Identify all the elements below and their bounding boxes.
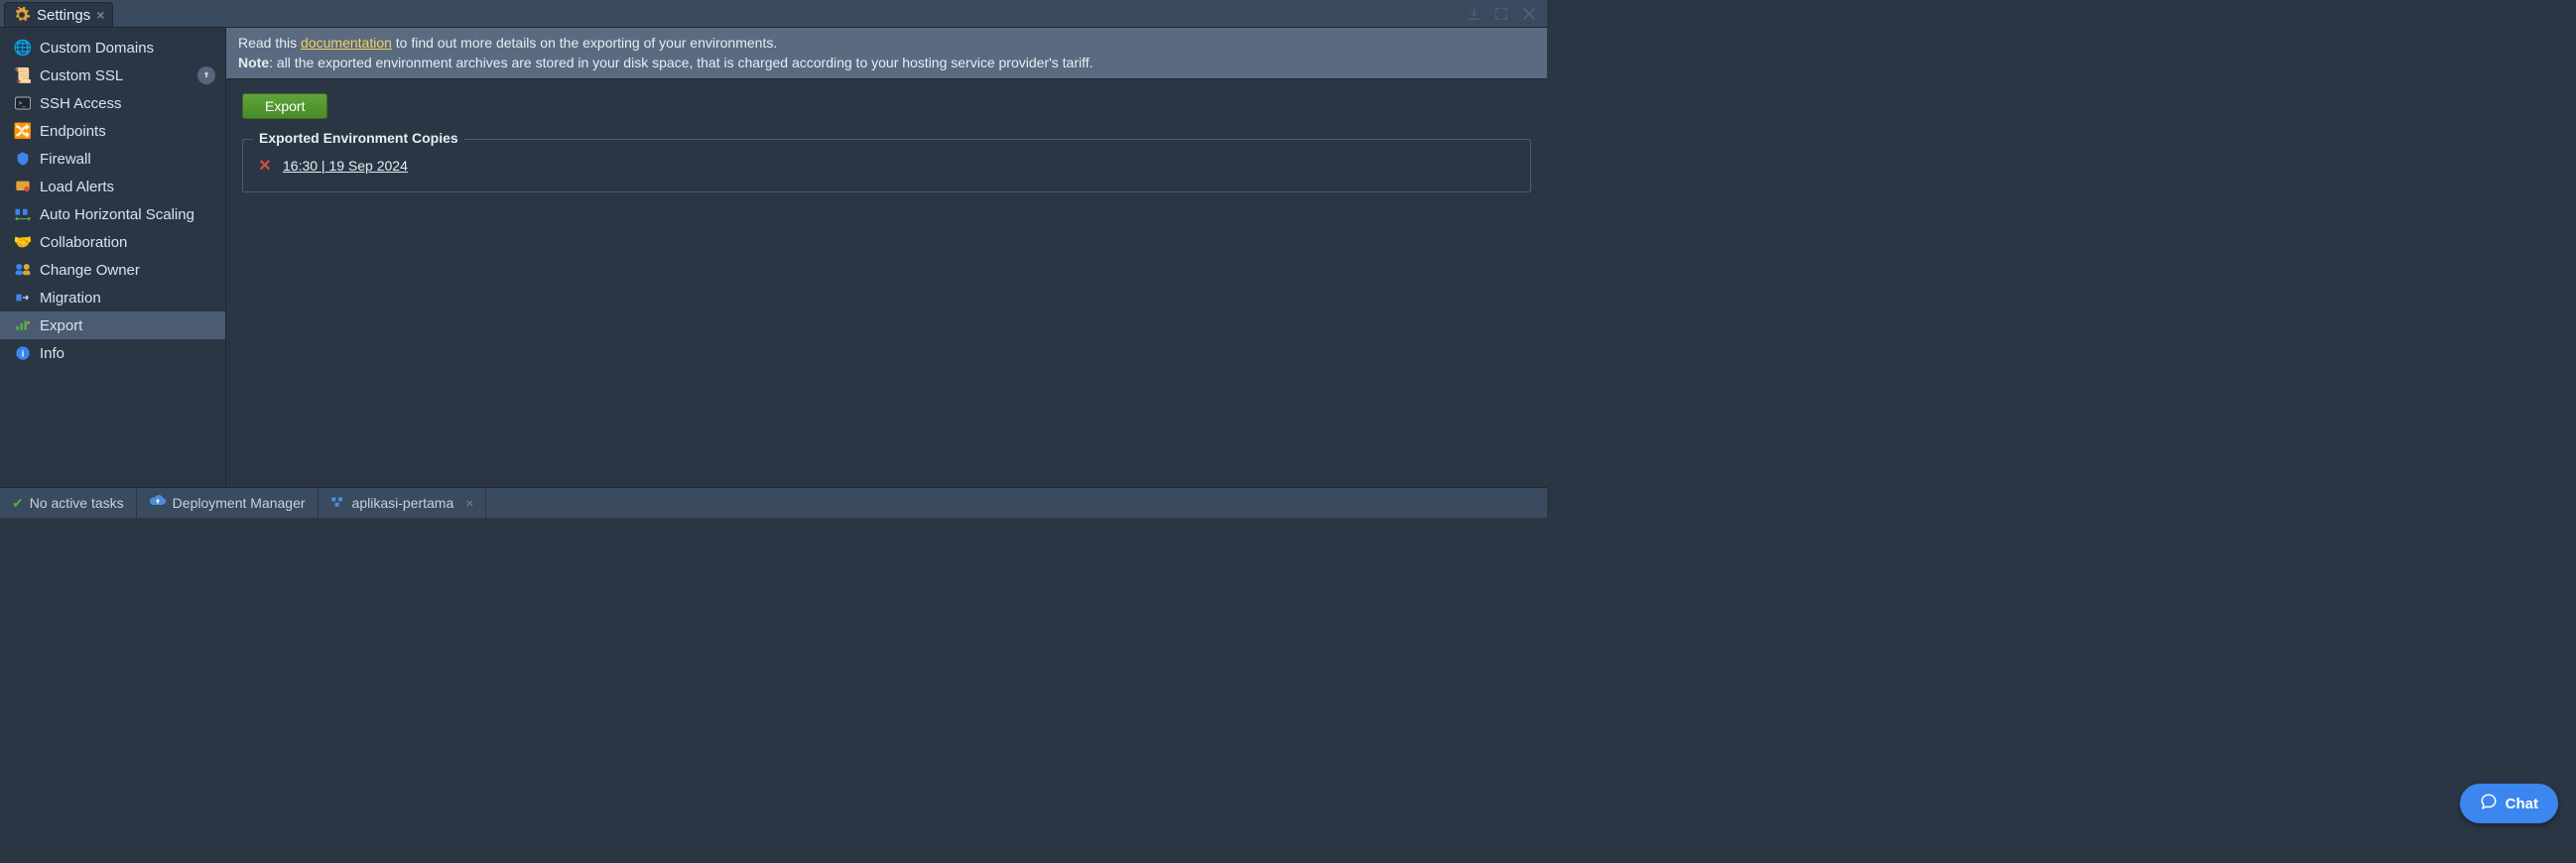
sidebar-item-info[interactable]: i Info (0, 339, 225, 367)
sidebar-item-label: SSH Access (40, 95, 122, 112)
upload-icon[interactable] (197, 66, 215, 84)
sidebar-item-custom-domains[interactable]: 🌐 Custom Domains (0, 34, 225, 62)
sidebar-item-collaboration[interactable]: 🤝 Collaboration (0, 228, 225, 256)
sidebar-item-endpoints[interactable]: 🔀 Endpoints (0, 117, 225, 145)
cloud-upload-icon (149, 495, 167, 512)
endpoints-icon: 🔀 (14, 122, 32, 140)
banner-text-2: to find out more details on the exportin… (392, 35, 777, 51)
certificate-icon: 📜 (14, 66, 32, 84)
sidebar-item-label: Custom Domains (40, 40, 154, 57)
scaling-icon (14, 205, 32, 223)
export-entry: ✕ 16:30 | 19 Sep 2024 (253, 154, 1520, 178)
sidebar-item-export[interactable]: Export (0, 311, 225, 339)
download-icon[interactable] (1466, 6, 1481, 22)
info-banner: Read this documentation to find out more… (226, 28, 1547, 79)
delete-icon[interactable]: ✕ (257, 156, 273, 176)
sidebar-item-label: Info (40, 345, 64, 362)
sidebar-item-label: Custom SSL (40, 67, 123, 84)
chat-label: Chat (2506, 796, 2538, 812)
note-text: : all the exported environment archives … (269, 55, 1093, 70)
tab-settings[interactable]: Settings × (4, 2, 113, 27)
migration-icon (14, 289, 32, 307)
sidebar-item-firewall[interactable]: Firewall (0, 145, 225, 173)
tab-title: Settings (37, 7, 90, 24)
sidebar-item-label: Migration (40, 290, 101, 307)
sidebar-item-ssh-access[interactable]: >_ SSH Access (0, 89, 225, 117)
documentation-link[interactable]: documentation (301, 35, 392, 51)
sidebar-item-change-owner[interactable]: Change Owner (0, 256, 225, 284)
chat-button[interactable]: Chat (2460, 784, 2558, 823)
handshake-icon: 🤝 (14, 233, 32, 251)
tasks-label: No active tasks (30, 495, 124, 511)
svg-text:>_: >_ (18, 100, 26, 107)
env-tab-label: aplikasi-pertama (352, 495, 454, 511)
sidebar-item-label: Collaboration (40, 234, 127, 251)
sidebar-item-custom-ssl[interactable]: 📜 Custom SSL (0, 62, 225, 89)
svg-text:i: i (22, 348, 25, 358)
export-archive-link[interactable]: 16:30 | 19 Sep 2024 (283, 158, 408, 174)
deployment-label: Deployment Manager (173, 495, 306, 511)
maximize-icon[interactable] (1493, 6, 1509, 22)
gear-icon (13, 6, 31, 24)
check-icon: ✔ (12, 495, 24, 512)
terminal-icon: >_ (14, 94, 32, 112)
close-window-icon[interactable] (1521, 6, 1537, 22)
shield-icon (14, 150, 32, 168)
sidebar-item-migration[interactable]: Migration (0, 284, 225, 311)
export-icon (14, 316, 32, 334)
sidebar-item-label: Firewall (40, 151, 91, 168)
sidebar-item-label: Auto Horizontal Scaling (40, 206, 194, 223)
content-panel: Read this documentation to find out more… (226, 28, 1547, 487)
footer-bar: ✔ No active tasks Deployment Manager apl… (0, 488, 1547, 518)
sidebar-item-label: Change Owner (40, 262, 140, 279)
note-label: Note (238, 55, 269, 70)
banner-text-1: Read this (238, 35, 301, 51)
info-icon: i (14, 344, 32, 362)
exported-copies-fieldset: Exported Environment Copies ✕ 16:30 | 19… (242, 139, 1531, 192)
tab-bar: Settings × (0, 0, 1547, 28)
sidebar-item-label: Export (40, 317, 82, 334)
export-button[interactable]: Export (242, 93, 327, 119)
sidebar-item-label: Load Alerts (40, 179, 114, 195)
sidebar-item-label: Endpoints (40, 123, 106, 140)
close-icon[interactable]: × (96, 7, 104, 23)
tasks-status[interactable]: ✔ No active tasks (0, 488, 137, 518)
alert-icon (14, 178, 32, 195)
close-env-tab-icon[interactable]: × (465, 495, 473, 511)
sidebar: 🌐 Custom Domains 📜 Custom SSL >_ SSH Acc… (0, 28, 226, 487)
chat-icon (2480, 793, 2498, 814)
users-icon (14, 261, 32, 279)
environment-tab[interactable]: aplikasi-pertama × (319, 488, 487, 518)
deployment-manager-tab[interactable]: Deployment Manager (137, 488, 319, 518)
fieldset-legend: Exported Environment Copies (253, 130, 464, 146)
nodes-icon (330, 495, 346, 512)
globe-icon: 🌐 (14, 39, 32, 57)
sidebar-item-auto-scaling[interactable]: Auto Horizontal Scaling (0, 200, 225, 228)
sidebar-item-load-alerts[interactable]: Load Alerts (0, 173, 225, 200)
